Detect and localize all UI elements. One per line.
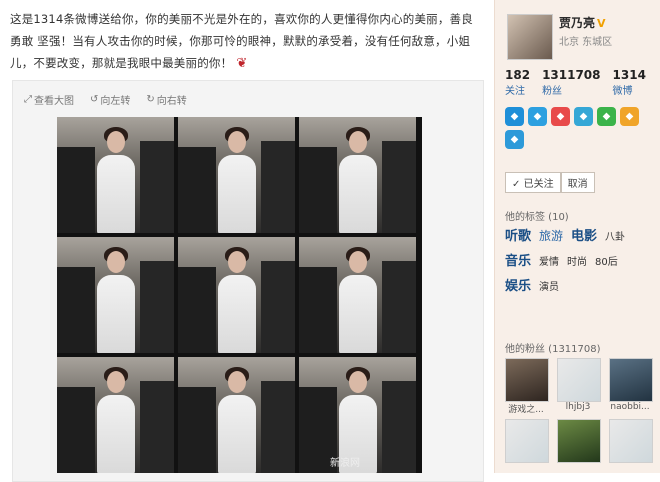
rotate-right-label: 向右转: [156, 96, 187, 107]
fan-name[interactable]: naobbi...: [609, 402, 651, 412]
fan-item[interactable]: naobbi...: [609, 358, 653, 415]
following-label: 关注: [505, 86, 525, 97]
tag-row: 音乐 爱情 时尚 80后: [505, 250, 655, 269]
following-count: 182: [505, 68, 531, 82]
fan-item[interactable]: lhjbj3: [557, 358, 601, 415]
location: 北京 东城区: [559, 37, 613, 48]
rotate-left-button[interactable]: ↺ 向左转: [90, 92, 130, 107]
media-toolbar: ⤢ 查看大图 ↺ 向左转 ↻ 向右转: [24, 92, 187, 107]
unfollow-button[interactable]: 取消: [560, 172, 595, 193]
stat-posts[interactable]: 1314 微博: [613, 68, 646, 97]
fan-avatar[interactable]: [609, 419, 653, 463]
photo-thumbnail[interactable]: [57, 357, 174, 473]
fan-avatar[interactable]: [557, 419, 601, 463]
post-text: 这是1314条微博送给你，你的美丽不光是外在的，喜欢你的人更懂得你内心的美丽，善…: [10, 8, 480, 75]
fan-item[interactable]: [505, 419, 549, 463]
tag-item[interactable]: 电影: [571, 225, 597, 244]
followers-count: 1311708: [542, 68, 601, 82]
medal-badge-icon[interactable]: ◆: [620, 107, 639, 126]
medal-badge-icon[interactable]: ◆: [574, 107, 593, 126]
medal-badges: ◆ ◆ ◆ ◆ ◆ ◆ ◆: [505, 107, 655, 149]
stat-following[interactable]: 182 关注: [505, 68, 530, 97]
username-text: 贾乃亮: [559, 16, 596, 30]
fan-item[interactable]: 游戏之...: [505, 358, 549, 415]
watermark: 新浪网: [330, 458, 360, 469]
tag-item[interactable]: 娱乐: [505, 275, 531, 294]
followers-label: 粉丝: [542, 86, 563, 97]
medal-badge-icon[interactable]: ◆: [505, 130, 524, 149]
photo-thumbnail[interactable]: [178, 117, 295, 233]
tag-item[interactable]: 时尚: [567, 253, 587, 268]
photo-grid[interactable]: 新浪网: [57, 117, 422, 473]
tag-item[interactable]: 80后: [595, 253, 618, 268]
followed-label: 已关注: [523, 179, 554, 190]
tag-item[interactable]: 旅游: [539, 227, 563, 244]
zoom-icon: ⤢: [24, 94, 32, 105]
stat-followers[interactable]: 1311708 粉丝: [542, 68, 600, 97]
tag-item[interactable]: 演员: [539, 278, 559, 293]
fan-item[interactable]: [557, 419, 601, 463]
rotate-right-icon: ↻: [146, 94, 155, 105]
rotate-left-icon: ↺: [90, 94, 99, 105]
medal-badge-icon[interactable]: ◆: [551, 107, 570, 126]
posts-count: 1314: [612, 68, 646, 82]
view-large-label: 查看大图: [34, 96, 74, 107]
tag-item[interactable]: 八卦: [605, 228, 625, 243]
avatar[interactable]: [507, 14, 553, 60]
rotate-right-button[interactable]: ↻ 向右转: [146, 92, 186, 107]
profile-sidebar: 贾乃亮 V 北京 东城区 182 关注 1311708 粉丝 1314 微博 ◆ ◆…: [494, 0, 660, 473]
username[interactable]: 贾乃亮 V: [559, 14, 606, 31]
photo-thumbnail[interactable]: [57, 117, 174, 233]
medal-badge-icon[interactable]: ◆: [597, 107, 616, 126]
follow-controls: ✓ 已关注 取消: [505, 172, 595, 193]
fans-grid: 游戏之... lhjbj3 naobbi...: [505, 358, 653, 463]
fan-avatar[interactable]: [557, 358, 601, 402]
photo-thumbnail[interactable]: [178, 357, 295, 473]
tag-item[interactable]: 爱情: [539, 253, 559, 268]
posts-label: 微博: [612, 86, 633, 97]
fans-title[interactable]: 他的粉丝 (1311708): [505, 340, 601, 355]
medal-badge-icon[interactable]: ◆: [528, 107, 547, 126]
tags-list: 听歌 旅游 电影 八卦 音乐 爱情 时尚 80后 娱乐 演员: [505, 225, 655, 300]
post-panel: 这是1314条微博送给你，你的美丽不光是外在的，喜欢你的人更懂得你内心的美丽，善…: [0, 0, 494, 482]
fan-item[interactable]: [609, 419, 653, 463]
photo-thumbnail[interactable]: [299, 237, 416, 353]
tags-title: 他的标签 (10): [505, 212, 569, 223]
rose-icon: ❦: [236, 56, 248, 71]
rotate-left-label: 向左转: [100, 96, 131, 107]
fan-name[interactable]: 游戏之...: [505, 402, 547, 415]
check-icon: ✓: [512, 179, 521, 190]
fan-avatar[interactable]: [505, 358, 549, 402]
fan-name[interactable]: lhjbj3: [557, 402, 599, 412]
medal-badge-icon[interactable]: ◆: [505, 107, 524, 126]
followed-button[interactable]: ✓ 已关注: [505, 172, 561, 193]
tag-row: 娱乐 演员: [505, 275, 655, 294]
fan-avatar[interactable]: [609, 358, 653, 402]
fan-avatar[interactable]: [505, 419, 549, 463]
verified-icon: V: [597, 17, 606, 30]
photo-thumbnail[interactable]: [299, 117, 416, 233]
view-large-button[interactable]: ⤢ 查看大图: [24, 92, 74, 107]
stats: 182 关注 1311708 粉丝 1314 微博: [505, 68, 646, 97]
tag-item[interactable]: 音乐: [505, 250, 531, 269]
photo-thumbnail[interactable]: [57, 237, 174, 353]
photo-thumbnail[interactable]: [178, 237, 295, 353]
tag-row: 听歌 旅游 电影 八卦: [505, 225, 655, 244]
tag-item[interactable]: 听歌: [505, 225, 531, 244]
